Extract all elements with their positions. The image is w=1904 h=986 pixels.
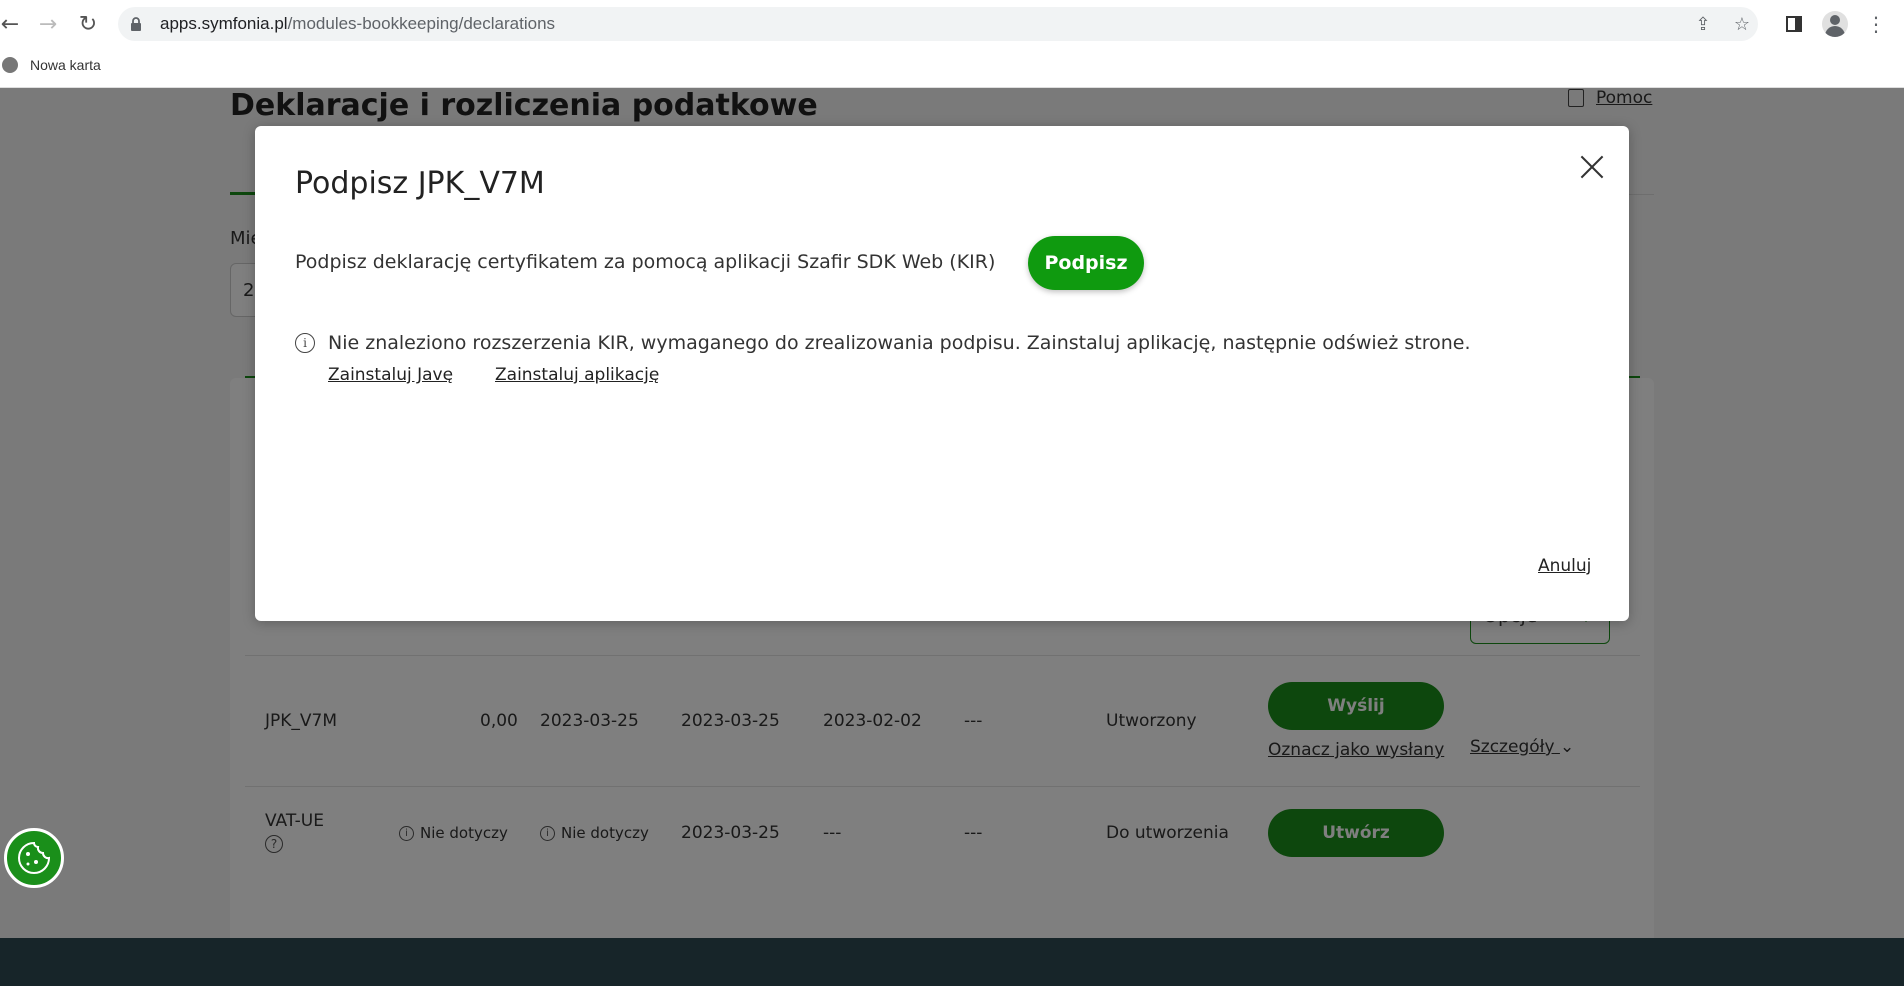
bookmarks-bar: Nowa karta [0,50,101,80]
dialog-title: Podpisz JPK_V7M [295,166,545,201]
side-panel-icon[interactable] [1780,10,1808,38]
url-path: /modules-bookkeeping/declarations [287,14,556,33]
profile-avatar-icon[interactable] [1822,11,1848,37]
url-text: apps.symfonia.pl/modules-bookkeeping/dec… [160,14,555,34]
bookmark-new-tab[interactable]: Nowa karta [2,57,101,73]
cookie-settings-button[interactable] [4,828,64,888]
install-java-link[interactable]: Zainstaluj Javę [328,365,453,385]
sign-button[interactable]: Podpisz [1028,236,1144,290]
cancel-link[interactable]: Anuluj [1538,556,1591,576]
menu-dots-icon[interactable]: ⋮ [1862,10,1890,38]
extension-missing-message: Nie znaleziono rozszerzenia KIR, wymagan… [328,332,1471,354]
lock-icon [131,17,141,31]
share-icon[interactable]: ⇪ [1693,14,1713,35]
star-icon[interactable]: ☆ [1732,14,1752,35]
bookmark-label: Nowa karta [30,57,101,73]
browser-toolbar: ← → ↻ apps.symfonia.pl/modules-bookkeepi… [0,0,1904,48]
back-icon[interactable]: ← [0,10,24,38]
close-icon[interactable] [1575,150,1609,184]
reload-icon[interactable]: ↻ [74,10,102,38]
sign-dialog: Podpisz JPK_V7M Podpisz deklarację certy… [255,126,1629,621]
address-bar[interactable]: apps.symfonia.pl/modules-bookkeeping/dec… [118,7,1758,41]
cookie-icon [18,841,51,874]
forward-icon[interactable]: → [34,10,62,38]
url-host: apps.symfonia.pl [160,14,288,33]
info-icon: i [295,333,315,353]
install-app-link[interactable]: Zainstaluj aplikację [495,365,659,385]
browser-chrome: ← → ↻ apps.symfonia.pl/modules-bookkeepi… [0,0,1904,88]
dialog-description: Podpisz deklarację certyfikatem za pomoc… [295,251,996,273]
globe-icon [2,57,18,73]
